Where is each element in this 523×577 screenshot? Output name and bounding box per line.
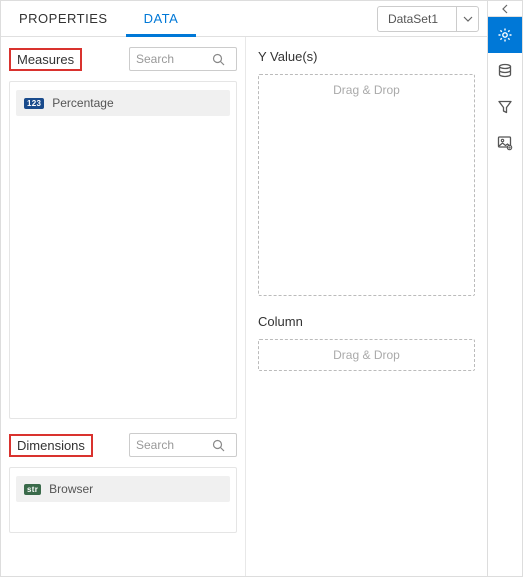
- sidebar-image-button[interactable]: [488, 125, 522, 161]
- dimensions-search-input[interactable]: [130, 438, 206, 452]
- y-values-dropzone[interactable]: Drag & Drop: [258, 74, 475, 296]
- search-icon: [206, 439, 230, 452]
- right-sidebar: [488, 1, 522, 576]
- measures-title: Measures: [9, 48, 82, 71]
- dataset-dropdown[interactable]: DataSet1: [377, 6, 479, 32]
- sidebar-filter-button[interactable]: [488, 89, 522, 125]
- gear-icon: [496, 26, 514, 44]
- chevron-down-icon: [456, 6, 478, 32]
- sidebar-settings-button[interactable]: [488, 17, 522, 53]
- panel-header: PROPERTIES DATA DataSet1: [1, 1, 487, 37]
- dropzone-placeholder: Drag & Drop: [333, 83, 400, 97]
- dimensions-title: Dimensions: [9, 434, 93, 457]
- numeric-type-icon: 123: [24, 98, 44, 109]
- y-values-title: Y Value(s): [258, 49, 475, 64]
- measures-search[interactable]: [129, 47, 237, 71]
- measures-search-input[interactable]: [130, 52, 206, 66]
- dataset-value: DataSet1: [378, 12, 456, 26]
- image-settings-icon: [496, 134, 514, 152]
- measures-list: 123 Percentage: [9, 81, 237, 419]
- database-icon: [496, 62, 514, 80]
- string-type-icon: str: [24, 484, 41, 495]
- measure-label: Percentage: [52, 96, 113, 110]
- column-title: Column: [258, 314, 475, 329]
- search-icon: [206, 53, 230, 66]
- filter-icon: [496, 98, 514, 116]
- tabs: PROPERTIES DATA: [1, 1, 377, 37]
- sidebar-data-button[interactable]: [488, 53, 522, 89]
- measure-item[interactable]: 123 Percentage: [16, 90, 230, 116]
- tab-data[interactable]: DATA: [126, 1, 197, 37]
- dropzone-placeholder: Drag & Drop: [333, 348, 400, 362]
- dimensions-search[interactable]: [129, 433, 237, 457]
- dimension-item[interactable]: str Browser: [16, 476, 230, 502]
- sidebar-expand-button[interactable]: [488, 1, 522, 17]
- tab-properties[interactable]: PROPERTIES: [1, 1, 126, 37]
- column-dropzone[interactable]: Drag & Drop: [258, 339, 475, 371]
- dimension-label: Browser: [49, 482, 93, 496]
- dimensions-list: str Browser: [9, 467, 237, 533]
